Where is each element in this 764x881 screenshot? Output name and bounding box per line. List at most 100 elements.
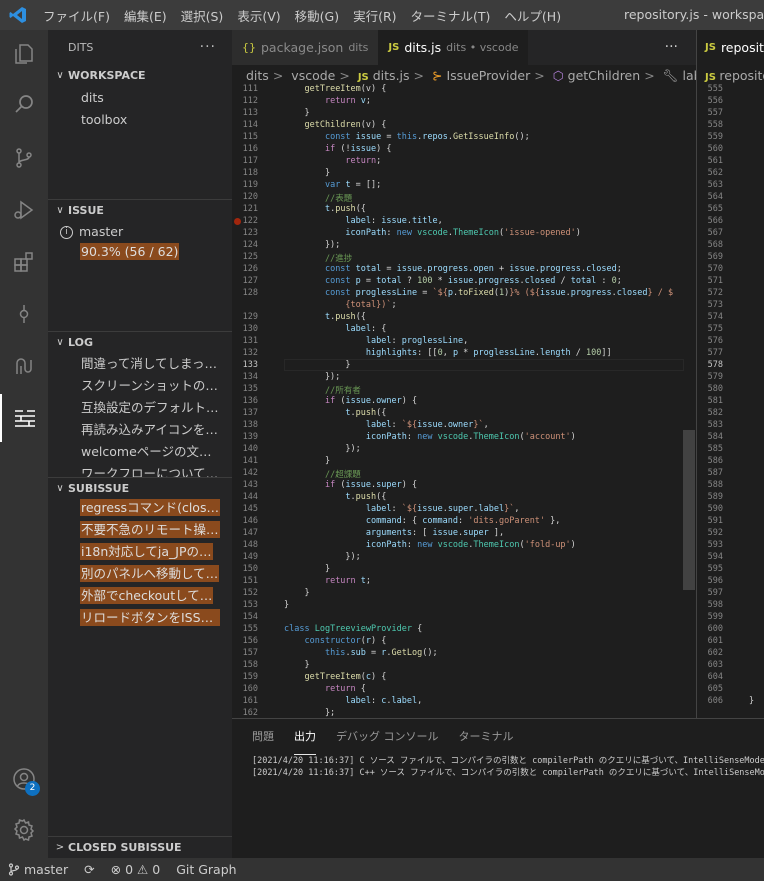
menu-item[interactable]: ターミナル(T) bbox=[404, 6, 498, 25]
window-title: repository.js - workspa bbox=[624, 7, 764, 22]
line-number: 160 bbox=[242, 684, 258, 694]
line-number: 154 bbox=[242, 612, 258, 622]
subissue-label: リロードボタンをISSUE… bbox=[80, 609, 220, 626]
menu-bar: ファイル(F) 編集(E) 選択(S) 表示(V) 移動(G) 実行(R) ターミナル(T)… bbox=[36, 6, 568, 25]
issue-section-header[interactable]: ∨ ISSUE bbox=[48, 199, 232, 221]
tab-description: dits • vscode bbox=[446, 41, 519, 54]
menu-item[interactable]: ファイル(F) bbox=[36, 6, 117, 25]
breadcrumb-item[interactable]: IssueProvider bbox=[446, 68, 530, 83]
log-item[interactable]: 間違って消してしまっ… bbox=[48, 353, 232, 375]
subissue-section-header[interactable]: ∨ SUBISSUE bbox=[48, 477, 232, 499]
breadcrumb-item[interactable]: getChildren bbox=[568, 68, 641, 83]
dits-icon[interactable] bbox=[0, 394, 48, 442]
menu-item[interactable]: 選択(S) bbox=[174, 6, 231, 25]
issue-branch-row[interactable]: i master bbox=[48, 221, 232, 243]
subissue-item[interactable]: リロードボタンをISSUE… bbox=[48, 609, 232, 631]
breakpoint-icon[interactable] bbox=[234, 218, 241, 225]
account-icon[interactable]: 2 bbox=[0, 755, 48, 803]
code-line: getTreeItem(c) { bbox=[304, 672, 387, 682]
menu-item[interactable]: 移動(G) bbox=[288, 6, 346, 25]
problems-status[interactable]: ⊗ 0 ⚠ 0 bbox=[103, 862, 169, 877]
git-commit-icon[interactable] bbox=[0, 290, 48, 338]
log-section-header[interactable]: ∨ LOG bbox=[48, 331, 232, 353]
extensions-icon[interactable] bbox=[0, 238, 48, 286]
branch-status[interactable]: master bbox=[0, 862, 76, 877]
line-number: 133 bbox=[242, 360, 258, 370]
more-actions-icon[interactable]: ··· bbox=[200, 30, 216, 65]
line-number: 579 bbox=[707, 372, 723, 382]
settings-gear-icon[interactable] bbox=[0, 806, 48, 854]
menu-item[interactable]: 編集(E) bbox=[117, 6, 174, 25]
source-control-icon[interactable] bbox=[0, 134, 48, 182]
tab-dits-js[interactable]: JS dits.js dits • vscode bbox=[378, 30, 529, 65]
line-number: 584 bbox=[707, 432, 723, 442]
sidebar-title-text: DITS bbox=[68, 41, 94, 54]
subissue-item[interactable]: 不要不急のリモート操… bbox=[48, 521, 232, 543]
line-number: 156 bbox=[242, 636, 258, 646]
closed-subissue-section-header[interactable]: > CLOSED SUBISSUE bbox=[48, 836, 232, 858]
account-badge: 2 bbox=[25, 781, 40, 796]
code-line: {total})`; bbox=[345, 300, 397, 310]
subissue-item[interactable]: i18n対応してja_JPの… bbox=[48, 543, 232, 565]
log-item[interactable]: welcomeページの文… bbox=[48, 441, 232, 463]
log-item[interactable]: 互換設定のデフォルト… bbox=[48, 397, 232, 419]
line-number: 158 bbox=[242, 660, 258, 670]
log-item[interactable]: スクリーンショットの追加 bbox=[48, 375, 232, 397]
code-line: }); bbox=[284, 552, 361, 562]
breadcrumb-item[interactable]: label bbox=[683, 68, 696, 83]
panel-tab[interactable]: 問題 bbox=[252, 719, 274, 755]
line-number: 578 bbox=[707, 360, 723, 370]
code-line: } bbox=[284, 564, 331, 574]
line-number: 586 bbox=[707, 456, 723, 466]
breadcrumb-item[interactable]: reposito bbox=[719, 68, 764, 83]
line-number: 126 bbox=[242, 264, 258, 274]
line-number: 137 bbox=[242, 408, 258, 418]
log-item[interactable]: ワークフローについて… bbox=[48, 463, 232, 477]
workspace-item[interactable]: dits bbox=[48, 87, 232, 109]
line-number: 145 bbox=[242, 504, 258, 514]
code-line: //超課題 bbox=[324, 470, 361, 480]
line-number: 140 bbox=[242, 444, 258, 454]
menu-item[interactable]: 実行(R) bbox=[346, 6, 403, 25]
code-line: } bbox=[284, 588, 310, 598]
breadcrumb-item[interactable]: dits.js bbox=[373, 68, 410, 83]
code-line: return v; bbox=[324, 96, 372, 106]
code-line: }; bbox=[284, 708, 336, 718]
git-graph-button[interactable]: Git Graph bbox=[168, 862, 244, 877]
more-actions-icon[interactable]: ··· bbox=[665, 30, 678, 65]
workspace-section-header[interactable]: ∨ WORKSPACE bbox=[48, 65, 232, 87]
breadcrumb-item[interactable]: vscode bbox=[291, 68, 335, 83]
search-icon[interactable] bbox=[0, 80, 48, 128]
panel-tab[interactable]: 出力 bbox=[294, 719, 316, 755]
breadcrumb-item[interactable]: dits bbox=[246, 68, 269, 83]
subissue-item[interactable]: 別のパネルへ移動して… bbox=[48, 565, 232, 587]
subissue-item[interactable]: regressコマンド(close… bbox=[48, 499, 232, 521]
subissue-item[interactable]: 外部でcheckoutして… bbox=[48, 587, 232, 609]
code-line: highlights: [[0, p * proglessLine.length… bbox=[365, 348, 612, 358]
code-editor[interactable]: 111 getTreeItem(v) {112 return v; 113 } 11… bbox=[232, 84, 696, 718]
line-number: 113 bbox=[242, 108, 258, 118]
subissue-label: i18n対応してja_JPの… bbox=[80, 543, 213, 560]
workspace-item[interactable]: toolbox bbox=[48, 109, 232, 131]
run-debug-icon[interactable] bbox=[0, 186, 48, 234]
panel-tab[interactable]: ターミナル bbox=[459, 719, 514, 755]
line-number: 128 bbox=[242, 288, 258, 298]
chevron-down-icon: ∨ bbox=[56, 482, 64, 494]
log-item[interactable]: 再読み込みアイコンを… bbox=[48, 419, 232, 441]
line-number: 595 bbox=[707, 564, 723, 574]
menu-item[interactable]: 表示(V) bbox=[230, 6, 287, 25]
subissue-list: regressコマンド(close… 不要不急のリモート操… i18n対応してja_… bbox=[48, 499, 232, 631]
menu-item[interactable]: ヘルプ(H) bbox=[497, 6, 568, 25]
line-number: 598 bbox=[707, 600, 723, 610]
line-number: 606 bbox=[707, 696, 723, 706]
files-icon[interactable] bbox=[0, 30, 48, 78]
tab-package-json[interactable]: {} package.json dits bbox=[232, 30, 379, 65]
panel-tab[interactable]: デバッグ コンソール bbox=[336, 719, 439, 755]
sync-icon[interactable]: ⟳ bbox=[76, 862, 102, 877]
json-file-icon: {} bbox=[242, 41, 256, 54]
tab-repository-js[interactable]: JS reposit bbox=[697, 30, 764, 65]
editor-scrollbar[interactable] bbox=[683, 430, 695, 590]
gitlens-icon[interactable] bbox=[0, 342, 48, 390]
line-number: 572 bbox=[707, 288, 723, 298]
issue-progress-row[interactable]: 90.3% (56 / 62) bbox=[48, 243, 232, 265]
